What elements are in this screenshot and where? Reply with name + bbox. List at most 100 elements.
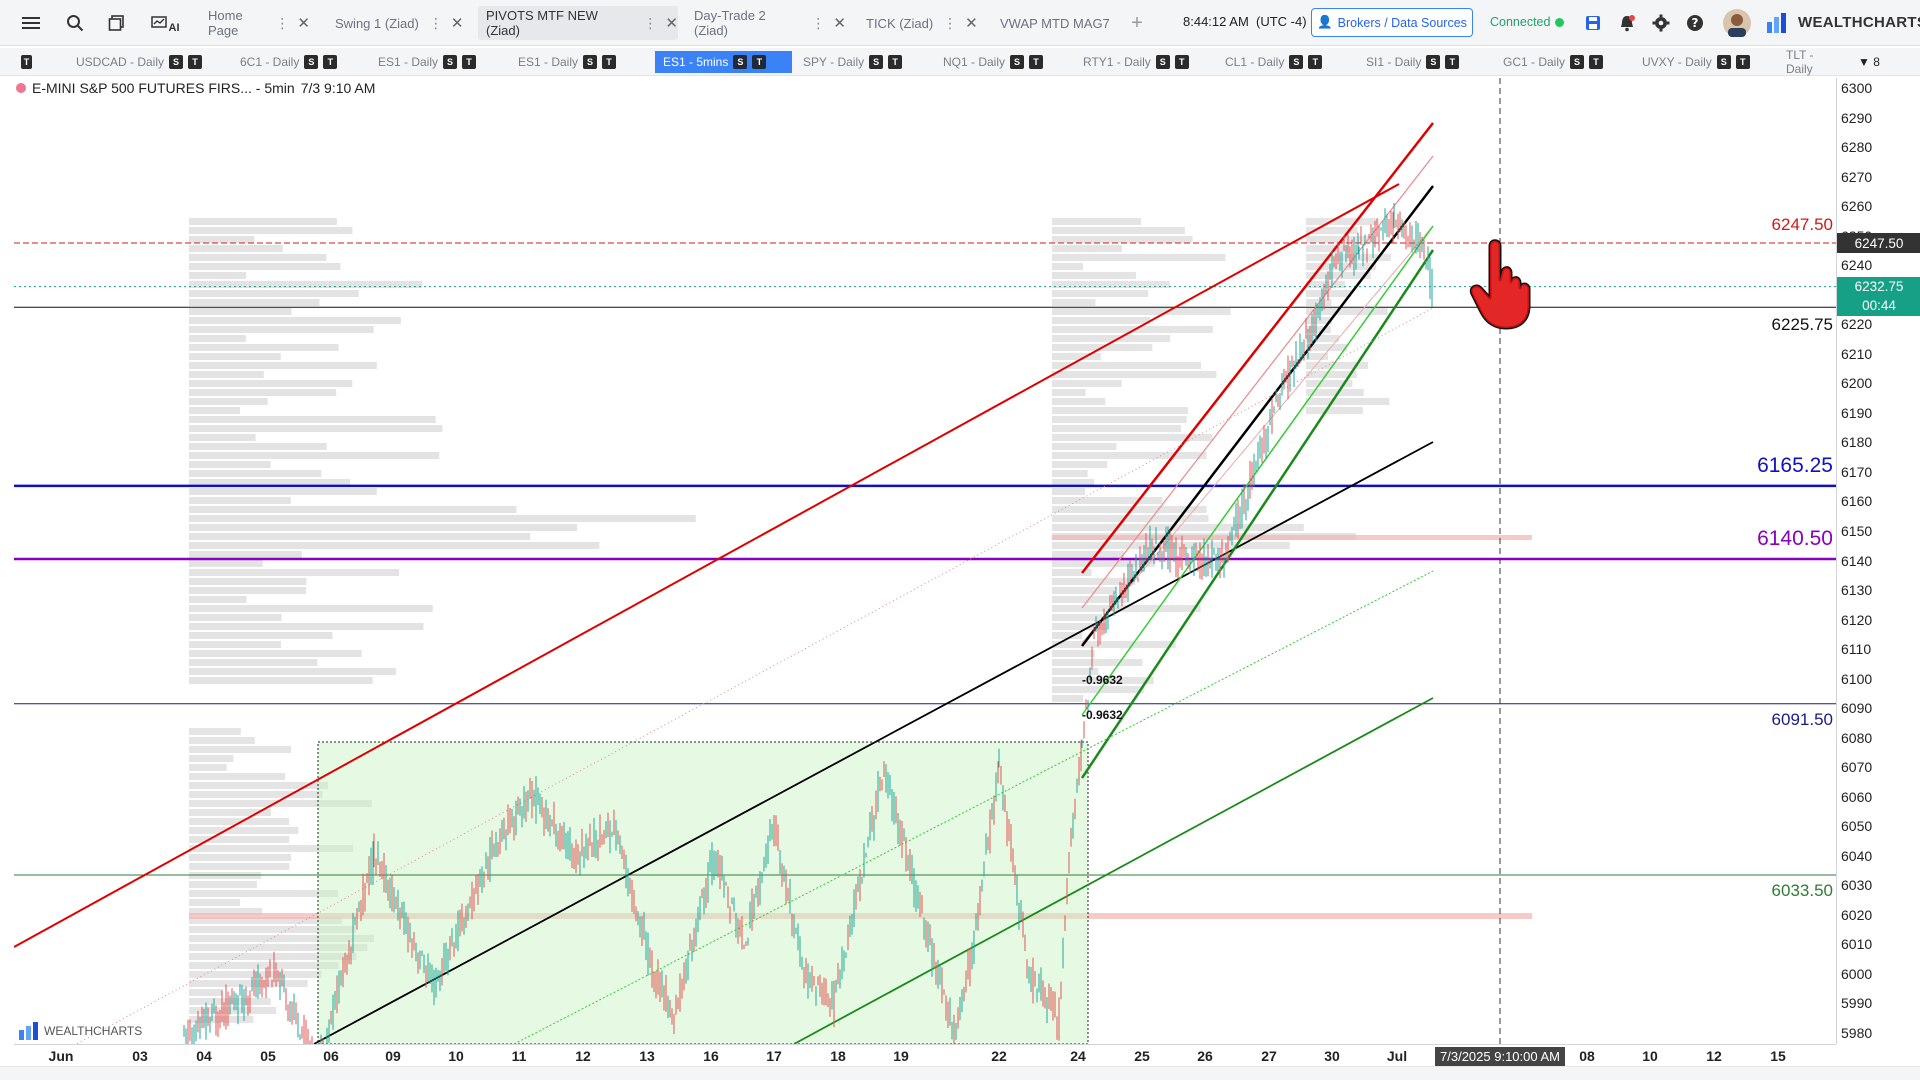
price-chart[interactable]: -0.9632 -0.9632 [14, 78, 1836, 1044]
close-icon[interactable]: ✕ [451, 14, 464, 32]
layouts-icon[interactable] [104, 10, 130, 36]
scan-badge[interactable]: S [733, 55, 748, 69]
symbol-tab-2[interactable]: ES1 - Daily S T [370, 51, 495, 73]
trade-badge[interactable]: T [1308, 55, 1323, 69]
scan-badge[interactable]: S [869, 55, 884, 69]
scan-badge[interactable]: S [1716, 55, 1731, 69]
price-tick: 5980 [1841, 1025, 1873, 1041]
kebab-icon[interactable]: ⋮ [275, 15, 289, 32]
scan-badge[interactable]: S [1570, 55, 1585, 69]
volume-bar [1052, 695, 1084, 702]
volume-bar [189, 353, 281, 360]
time-tick: 05 [260, 1048, 276, 1064]
symbol-tab-usdcad[interactable]: T [8, 51, 32, 73]
scan-badge[interactable]: S [583, 55, 598, 69]
volume-bar [189, 677, 373, 684]
trade-badge[interactable]: T [323, 55, 338, 69]
trade-badge[interactable]: T [752, 55, 767, 69]
kebab-icon[interactable]: ⋮ [643, 15, 657, 32]
volume-bar [1052, 263, 1084, 270]
symbol-tab-9[interactable]: SI1 - Daily S T [1358, 51, 1483, 73]
tab-day-trade-2[interactable]: Day-Trade 2 (Ziad) ⋮ ✕ [686, 6, 846, 40]
close-icon[interactable]: ✕ [833, 14, 846, 32]
scan-badge[interactable]: S [1010, 55, 1025, 69]
symbol-tab-0[interactable]: USDCAD - Daily S T [68, 51, 218, 73]
volume-bar [189, 641, 281, 648]
volume-bar [1052, 254, 1226, 261]
scan-badge[interactable]: S [1426, 55, 1441, 69]
save-icon[interactable] [1580, 10, 1606, 36]
help-icon[interactable]: ? [1682, 10, 1708, 36]
close-icon[interactable]: ✕ [297, 14, 310, 32]
ai-analysis-icon[interactable]: AI [148, 10, 182, 36]
volume-bar [1052, 218, 1142, 225]
price-axis[interactable]: 6300629062806270626062506240623062206210… [1836, 78, 1920, 1044]
symbol-tab-4[interactable]: ES1 - 5mins S T [655, 51, 792, 73]
volume-bar [1052, 542, 1290, 549]
scan-badge[interactable]: S [1289, 55, 1304, 69]
trade-badge[interactable]: T [188, 55, 203, 69]
scan-badge[interactable]: S [304, 55, 319, 69]
symbol-tab-11[interactable]: UVXY - Daily S T [1634, 51, 1764, 73]
symbol-tab-6[interactable]: NQ1 - Daily S T [935, 51, 1060, 73]
kebab-icon[interactable]: ⋮ [429, 15, 443, 32]
volume-bar [1052, 461, 1108, 468]
kebab-icon[interactable]: ⋮ [943, 15, 957, 32]
settings-gear-icon[interactable] [1648, 10, 1674, 36]
avatar[interactable] [1722, 8, 1752, 38]
watermark-text: WEALTHCHARTS [44, 1024, 143, 1038]
kebab-icon[interactable]: ⋮ [811, 15, 825, 32]
clock: 8:44:12 AM (UTC -4) [1183, 14, 1307, 29]
symbol-tab-7[interactable]: RTY1 - Daily S T [1075, 51, 1205, 73]
trade-badge[interactable]: T [1445, 55, 1460, 69]
volume-bar [189, 899, 241, 906]
more-tabs-dropdown[interactable]: ▼ 8 [1850, 51, 1910, 73]
symbol-tab-12[interactable]: TLT - Daily [1778, 48, 1838, 76]
volume-bar [1052, 308, 1231, 315]
symbol-tab-label: TLT - Daily [1786, 48, 1814, 76]
price-tick: 6280 [1841, 139, 1873, 156]
symbol-tab-3[interactable]: ES1 - Daily S T [510, 51, 635, 73]
tab-home-page[interactable]: Home Page ⋮ ✕ [200, 6, 310, 40]
connection-status: Connected [1490, 15, 1565, 29]
volume-bar [189, 587, 307, 594]
symbol-tab-5[interactable]: SPY - Daily S T [795, 51, 920, 73]
close-icon[interactable]: ✕ [965, 14, 978, 32]
close-icon[interactable]: ✕ [665, 14, 678, 32]
scan-badge[interactable]: S [1155, 55, 1170, 69]
search-icon[interactable] [62, 10, 88, 36]
symbol-tab-8[interactable]: CL1 - Daily S T [1217, 51, 1347, 73]
trade-badge[interactable]: T [1589, 55, 1604, 69]
trade-badge[interactable]: T [602, 55, 617, 69]
symbol-tab-1[interactable]: 6C1 - Daily S T [232, 51, 357, 73]
volume-bar [189, 551, 302, 558]
scan-badge[interactable]: S [169, 55, 184, 69]
brand-name: WEALTHCHARTS [1798, 14, 1920, 31]
notifications-icon[interactable] [1614, 10, 1640, 36]
trade-badge[interactable]: T [888, 55, 903, 69]
scan-badge[interactable]: S [443, 55, 458, 69]
brokers-data-sources-button[interactable]: 👤 Brokers / Data Sources [1311, 8, 1473, 37]
time-tick: 16 [703, 1048, 719, 1064]
trade-badge[interactable]: T [462, 55, 477, 69]
volume-bar [189, 443, 327, 450]
trade-badge[interactable]: T [1029, 55, 1044, 69]
tab-pivots-mtf-new[interactable]: PIVOTS MTF NEW (Ziad) ⋮ ✕ [478, 6, 678, 40]
trade-badge[interactable]: T [1735, 55, 1750, 69]
volume-bar [189, 764, 227, 771]
tab-vwap-mtd-mag7[interactable]: VWAP MTD MAG7 [992, 6, 1112, 40]
tab-tick[interactable]: TICK (Ziad) ⋮ ✕ [858, 6, 978, 40]
volume-bar [189, 542, 600, 549]
volume-bar [1052, 650, 1095, 657]
time-tick: 04 [196, 1048, 212, 1064]
tab-swing-1[interactable]: Swing 1 (Ziad) ⋮ ✕ [327, 6, 467, 40]
trade-badge[interactable]: T [21, 55, 32, 69]
symbol-tab-10[interactable]: GC1 - Daily S T [1495, 51, 1620, 73]
menu-icon[interactable] [18, 10, 44, 36]
user-icon: 👤 [1317, 15, 1333, 29]
time-axis[interactable]: Jun 03 04 05 06 09 10 11 12 13 16 17 18 19 22 24 25 26 27 3… [14, 1044, 1836, 1066]
add-tab-icon[interactable]: + [1124, 10, 1150, 36]
volume-bar [1306, 407, 1363, 414]
annotations: -0.9632 -0.9632 [1082, 673, 1123, 722]
trade-badge[interactable]: T [1174, 55, 1189, 69]
